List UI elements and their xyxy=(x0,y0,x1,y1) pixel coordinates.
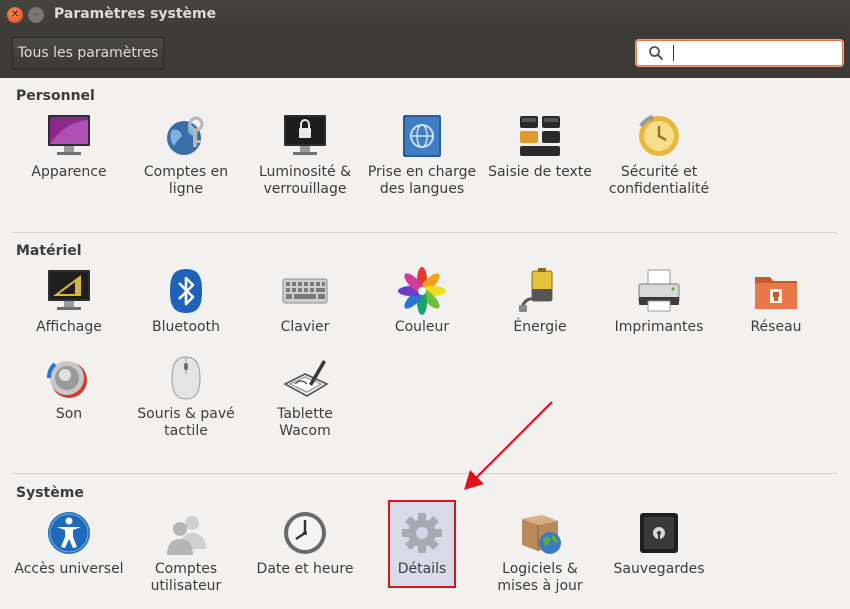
settings-item-langues[interactable]: Prise en charge des langues xyxy=(367,112,477,198)
appearance-icon xyxy=(48,115,90,155)
settings-item-imprimantes[interactable]: Imprimantes xyxy=(604,267,714,336)
settings-item-apparence[interactable]: Apparence xyxy=(14,112,124,181)
settings-item-reseau[interactable]: Réseau xyxy=(721,267,831,336)
display-icon xyxy=(48,270,90,310)
title-bar: ✕ – Paramètres système xyxy=(0,0,850,30)
settings-item-sauvegardes[interactable]: Sauvegardes xyxy=(604,509,714,578)
settings-item-label: Luminosité & verrouillage xyxy=(258,164,352,197)
settings-item-comptes-utilisateur[interactable]: Comptes utilisateur xyxy=(131,509,241,595)
settings-item-label: Affichage xyxy=(36,319,102,335)
online-accounts-icon xyxy=(167,116,204,155)
settings-item-date-heure[interactable]: Date et heure xyxy=(250,509,360,578)
bluetooth-icon xyxy=(170,269,202,313)
software-updates-icon xyxy=(522,515,561,554)
separator xyxy=(12,473,837,474)
settings-item-label: Prise en charge des langues xyxy=(367,164,477,197)
settings-item-energie[interactable]: Énergie xyxy=(485,267,595,336)
keyboard-icon xyxy=(282,278,328,304)
color-icon xyxy=(398,267,446,315)
settings-item-label: Imprimantes xyxy=(614,319,704,335)
section-title-personnel: Personnel xyxy=(16,88,95,104)
close-window-button[interactable]: ✕ xyxy=(7,7,23,23)
settings-item-details[interactable]: Détails xyxy=(367,509,477,578)
settings-item-label: Logiciels & mises à jour xyxy=(497,561,583,594)
annotation-arrow xyxy=(464,401,553,490)
backup-safe-icon xyxy=(640,513,678,553)
toolbar: Tous les paramètres xyxy=(0,30,850,78)
search-input[interactable] xyxy=(677,43,837,63)
settings-item-comptes-en-ligne[interactable]: Comptes en ligne xyxy=(131,112,241,198)
window-title: Paramètres système xyxy=(54,6,217,22)
brightness-lock-icon xyxy=(284,115,326,155)
mouse-icon xyxy=(171,356,201,400)
minimize-window-button[interactable]: – xyxy=(28,7,44,23)
settings-item-label: Bluetooth xyxy=(152,319,220,335)
gear-icon xyxy=(402,513,442,553)
settings-item-acces-universel[interactable]: Accès universel xyxy=(14,509,124,578)
settings-item-label: Tablette Wacom xyxy=(277,406,333,439)
settings-item-label: Comptes en ligne xyxy=(143,164,229,197)
settings-item-label: Souris & pavé tactile xyxy=(137,406,235,439)
separator xyxy=(12,232,837,233)
user-accounts-icon xyxy=(167,516,206,555)
section-title-systeme: Système xyxy=(16,485,84,501)
power-icon xyxy=(519,268,553,312)
settings-item-securite[interactable]: Sécurité et confidentialité xyxy=(604,112,714,198)
settings-item-bluetooth[interactable]: Bluetooth xyxy=(131,267,241,336)
search-icon xyxy=(649,46,664,61)
settings-item-saisie[interactable]: Saisie de texte xyxy=(485,112,595,181)
settings-item-son[interactable]: Son xyxy=(14,354,124,423)
settings-item-logiciels[interactable]: Logiciels & mises à jour xyxy=(485,509,595,595)
network-icon xyxy=(755,277,797,309)
settings-item-label: Clavier xyxy=(280,319,330,335)
wacom-icon xyxy=(283,360,329,397)
printer-icon xyxy=(638,269,680,312)
text-entry-icon xyxy=(520,116,560,156)
settings-item-clavier[interactable]: Clavier xyxy=(250,267,360,336)
settings-item-label: Détails xyxy=(397,561,447,577)
search-box[interactable] xyxy=(636,40,843,66)
settings-item-label: Accès universel xyxy=(14,561,124,577)
settings-item-label: Sauvegardes xyxy=(613,561,705,577)
settings-item-affichage[interactable]: Affichage xyxy=(14,267,124,336)
settings-item-label: Sécurité et confidentialité xyxy=(608,164,710,197)
settings-item-souris[interactable]: Souris & pavé tactile xyxy=(131,354,241,440)
settings-item-label: Saisie de texte xyxy=(488,164,592,180)
settings-item-label: Date et heure xyxy=(256,561,354,577)
settings-item-label: Couleur xyxy=(394,319,450,335)
settings-item-wacom[interactable]: Tablette Wacom xyxy=(250,354,360,440)
security-privacy-icon xyxy=(639,115,679,156)
all-settings-button[interactable]: Tous les paramètres xyxy=(12,37,164,70)
settings-item-luminosite[interactable]: Luminosité & verrouillage xyxy=(250,112,360,198)
settings-item-label: Réseau xyxy=(750,319,802,335)
language-support-icon xyxy=(403,115,441,157)
clock-icon xyxy=(284,512,326,554)
universal-access-icon xyxy=(48,512,90,554)
settings-item-label: Apparence xyxy=(31,164,107,180)
section-title-materiel: Matériel xyxy=(16,243,82,259)
settings-item-label: Énergie xyxy=(513,319,567,335)
sound-icon xyxy=(47,361,87,398)
settings-item-label: Son xyxy=(55,406,83,422)
settings-item-label: Comptes utilisateur xyxy=(150,561,222,594)
text-caret xyxy=(673,45,674,61)
settings-item-couleur[interactable]: Couleur xyxy=(367,267,477,336)
